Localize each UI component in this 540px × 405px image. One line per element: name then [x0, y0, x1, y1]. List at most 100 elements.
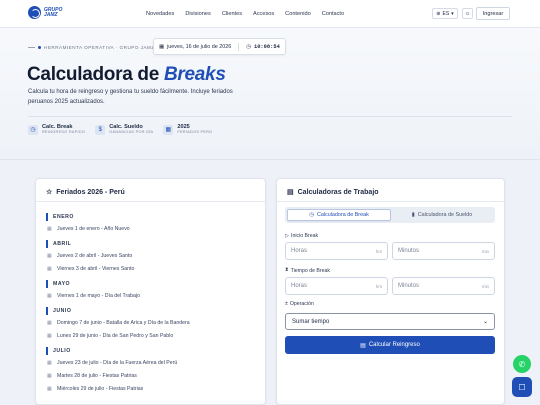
- holiday-text: Domingo 7 de junio - Batalla de Arica y …: [57, 320, 190, 326]
- language-selector[interactable]: ⊕ ES ▾: [432, 8, 458, 19]
- holidays-title-text: Feriados 2026 - Perú: [56, 188, 125, 196]
- start-hours-input[interactable]: Horas hrs: [285, 242, 388, 260]
- holiday-months: ENERO ▦ Jueves 1 de enero - Año Nuevo ABR…: [46, 207, 256, 394]
- holiday-text: Viernes 3 de abril - Viernes Santo: [57, 266, 135, 272]
- hourglass-icon: ⧗: [285, 267, 289, 273]
- holiday-item: ▦ Miércoles 29 de julio - Fiestas Patrias: [46, 384, 256, 394]
- month-bar: [46, 279, 48, 288]
- calculator-title-text: Calculadoras de Trabajo: [297, 188, 379, 196]
- calendar-icon: ▦: [47, 253, 52, 259]
- nav-item-accesos[interactable]: Accesos: [253, 11, 274, 17]
- start-break-label-text: Inicio Break: [291, 233, 319, 239]
- sun-icon: ☼: [464, 10, 471, 17]
- stat-subtitle: GANANCIAS POR DÍA: [109, 130, 154, 134]
- calculator-card-title: ▤ Calculadoras de Trabajo: [287, 188, 379, 197]
- start-break-label: ▷ Inicio Break: [285, 233, 318, 239]
- calendar-icon: ▦: [47, 373, 52, 379]
- stat-subtitle: REINGRESO RÁPIDO: [42, 130, 86, 134]
- operation-label-text: Operación: [289, 301, 314, 307]
- calculate-return-button[interactable]: ▤ Calcular Reingreso: [285, 336, 495, 354]
- whatsapp-icon: ✆: [518, 359, 526, 369]
- page-title: Calculadora de Breaks: [27, 64, 226, 86]
- clock-icon: ◷: [309, 212, 314, 218]
- hero-stats: ◷ Calc. Break REINGRESO RÁPIDO $ Calc. S…: [28, 124, 212, 135]
- nav-item-novedades[interactable]: Novedades: [146, 11, 174, 17]
- login-button[interactable]: Ingresar: [476, 7, 510, 20]
- whatsapp-button[interactable]: ✆: [513, 355, 531, 373]
- month-bar: [46, 346, 48, 355]
- start-minutes-input[interactable]: Minutos min: [392, 242, 495, 260]
- calendar-icon: ▦: [163, 124, 174, 135]
- calendar-icon: ▦: [47, 226, 52, 232]
- nav-item-contacto[interactable]: Contacto: [322, 11, 344, 17]
- calculate-button-label: Calcular Reingreso: [368, 342, 420, 348]
- month-name: JULIO: [53, 347, 71, 354]
- chat-icon: ☐: [518, 382, 526, 392]
- month-header-junio: JUNIO: [46, 306, 256, 315]
- minutes-unit: min: [481, 248, 489, 254]
- chat-button[interactable]: ☐: [512, 377, 532, 397]
- month-name: ABRIL: [53, 240, 72, 247]
- operation-select[interactable]: Sumar tiempo ⌄: [285, 313, 495, 330]
- dollar-icon: $: [95, 124, 106, 135]
- top-header: GRUPO JAMZ Novedades Divisiones Clientes…: [0, 0, 540, 28]
- chevron-down-icon: ▾: [451, 10, 454, 17]
- nav-item-divisiones[interactable]: Divisiones: [185, 11, 211, 17]
- holidays-card-title: ☆ Feriados 2026 - Perú: [46, 188, 125, 197]
- duration-minutes-input[interactable]: Minutos min: [392, 277, 495, 295]
- kicker-dot-icon: [38, 46, 41, 49]
- month-header-enero: ENERO: [46, 212, 256, 221]
- current-datetime: ▦ jueves, 16 de julio de 2026 ◷ 10:08:54: [153, 38, 286, 55]
- stat-break: ◷ Calc. Break REINGRESO RÁPIDO: [28, 124, 85, 135]
- star-icon: ☆: [46, 189, 53, 196]
- calendar-icon: ▦: [47, 333, 52, 339]
- month-bar: [46, 306, 48, 315]
- current-date: jueves, 16 de julio de 2026: [167, 43, 232, 50]
- calendar-icon: ▦: [47, 266, 52, 272]
- page-title-main: Calculadora de: [27, 64, 164, 85]
- stat-salary: $ Calc. Sueldo GANANCIAS POR DÍA: [95, 124, 153, 135]
- start-minutes-placeholder: Minutos: [398, 248, 420, 254]
- holiday-text: Lunes 29 de junio - Día de San Pedro y S…: [57, 333, 174, 339]
- month-header-julio: JULIO: [46, 346, 256, 355]
- calendar-icon: ▦: [159, 43, 165, 50]
- holiday-item: ▦ Lunes 29 de junio - Día de San Pedro y …: [46, 331, 256, 341]
- holiday-item: ▦ Martes 28 de julio - Fiestas Patrias: [46, 371, 256, 381]
- month-header-mayo: MAYO: [46, 279, 256, 288]
- tab-salary-calculator[interactable]: ▮ Calculadora de Sueldo: [391, 209, 493, 221]
- logo-mark-icon: [28, 6, 41, 19]
- minutes-unit: min: [481, 283, 489, 289]
- month-name: MAYO: [53, 280, 71, 287]
- hours-unit: hrs: [375, 248, 382, 254]
- brand-logo[interactable]: GRUPO JAMZ: [28, 6, 70, 19]
- plus-minus-icon: ±: [285, 301, 288, 307]
- hero-section: HERRAMIENTA OPERATIVA · GRUPO JAMZ ▦ jue…: [0, 28, 540, 160]
- hero-kicker: HERRAMIENTA OPERATIVA · GRUPO JAMZ: [28, 45, 155, 50]
- theme-toggle-button[interactable]: ☼: [462, 8, 473, 19]
- current-time: 10:08:54: [253, 43, 280, 50]
- nav-item-clientes[interactable]: Clientes: [222, 11, 242, 17]
- break-duration-label: ⧗ Tiempo de Break: [285, 267, 330, 274]
- holiday-item: ▦ Jueves 2 de abril - Jueves Santo: [46, 251, 256, 261]
- stat-subtitle: FERIADOS PERÚ: [177, 130, 213, 134]
- calculator-tabs: ◷ Calculadora de Break ▮ Calculadora de …: [285, 207, 495, 223]
- tab-break-calculator[interactable]: ◷ Calculadora de Break: [287, 209, 391, 221]
- holiday-text: Viernes 1 de mayo - Día del Trabajo: [57, 293, 140, 299]
- operation-label: ± Operación: [285, 301, 314, 307]
- holidays-card: ☆ Feriados 2026 - Perú ENERO ▦ Jueves 1 d…: [35, 178, 266, 405]
- clock-icon: ◷: [28, 124, 38, 135]
- month-header-abril: ABRIL: [46, 239, 256, 248]
- datetime-divider: [238, 42, 240, 51]
- chevron-down-icon: ⌄: [482, 319, 488, 325]
- operation-value: Sumar tiempo: [292, 318, 330, 325]
- holiday-text: Martes 28 de julio - Fiestas Patrias: [57, 373, 137, 379]
- stat-holidays: ▦ 2025 FERIADOS PERÚ: [163, 124, 212, 135]
- kicker-dash: [28, 47, 35, 48]
- hero-divider: [28, 116, 512, 117]
- duration-hours-placeholder: Horas: [291, 283, 308, 289]
- duration-hours-input[interactable]: Horas hrs: [285, 277, 388, 295]
- holiday-text: Jueves 1 de enero - Año Nuevo: [57, 226, 130, 232]
- play-icon: ▷: [285, 233, 289, 239]
- globe-icon: ⊕: [436, 10, 441, 17]
- nav-item-contenido[interactable]: Contenido: [285, 11, 311, 17]
